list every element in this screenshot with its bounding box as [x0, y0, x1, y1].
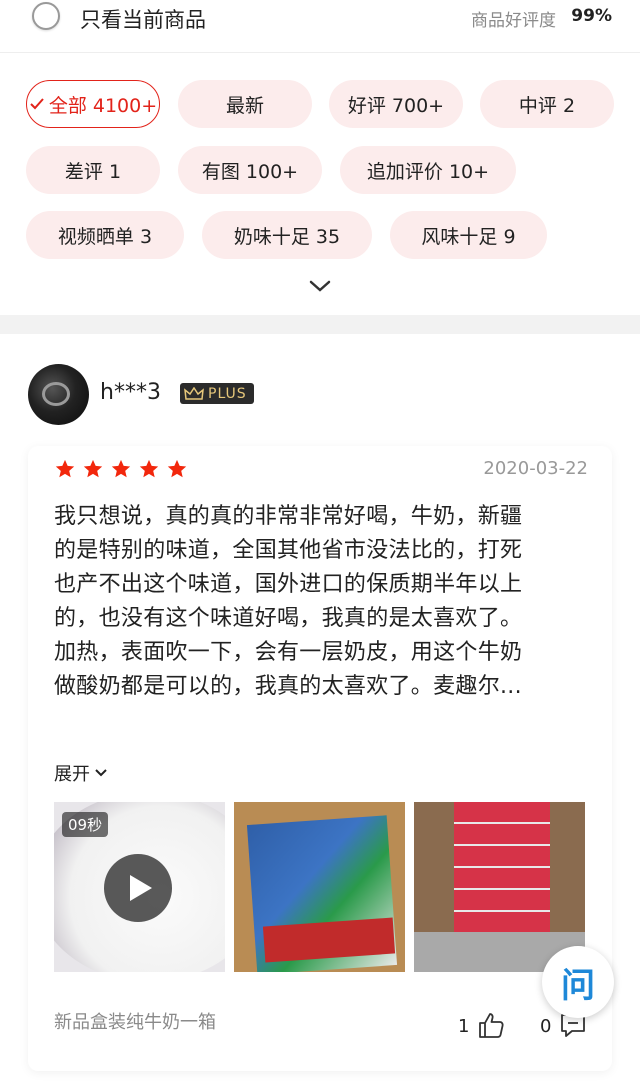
filter-chip-neutral[interactable]: 中评 2	[480, 80, 614, 128]
filter-chip-milky[interactable]: 奶味十足 35	[202, 211, 372, 259]
review-date: 2020-03-22	[483, 458, 588, 479]
comment-count: 0	[540, 1016, 552, 1037]
review-video-thumbnail[interactable]: 09秒	[54, 802, 225, 972]
milk-cartons-image	[454, 802, 550, 932]
star-icon	[83, 459, 103, 478]
filter-chip-video[interactable]: 视频晒单 3	[26, 211, 184, 259]
star-icon	[111, 459, 131, 478]
filter-chip-label: 中评 2	[518, 94, 576, 117]
filter-chip-label: 差评 1	[64, 160, 122, 183]
review-text[interactable]: 我只想说，真的真的非常非常好喝，牛奶，新疆 的是特别的味道，全国其他省市没法比的…	[54, 500, 584, 704]
check-icon	[30, 98, 44, 110]
review-text-line: 做酸奶都是可以的，我真的太喜欢了。麦趣尔...	[54, 674, 522, 699]
review-photo-cartons[interactable]	[414, 802, 585, 972]
play-button[interactable]	[104, 854, 172, 922]
only-current-label[interactable]: 只看当前商品	[80, 4, 206, 34]
filter-chip-with-images[interactable]: 有图 100+	[178, 146, 322, 194]
chevron-down-icon	[95, 769, 107, 777]
product-variant: 新品盒装纯牛奶一箱	[54, 1012, 216, 1033]
star-icon	[139, 459, 159, 478]
avatar-lens-shape	[42, 382, 70, 406]
review-text-line: 也产不出这个味道，国外进口的保质期半年以上	[54, 572, 523, 597]
only-current-radio[interactable]	[32, 2, 60, 30]
play-icon	[129, 875, 152, 901]
filter-chip-followup[interactable]: 追加评价 10+	[340, 146, 516, 194]
review-text-line: 加热，表面吹一下，会有一层奶皮，用这个牛奶	[54, 640, 523, 665]
star-icon	[167, 459, 187, 478]
filter-chip-positive[interactable]: 好评 700+	[329, 80, 463, 128]
filter-chip-label: 视频晒单 3	[57, 225, 153, 248]
filter-chip-flavor[interactable]: 风味十足 9	[390, 211, 547, 259]
crown-icon	[184, 386, 204, 400]
top-bar: 只看当前商品 商品好评度 99%	[0, 0, 640, 53]
filter-chip-latest[interactable]: 最新	[178, 80, 312, 128]
video-duration-badge: 09秒	[62, 812, 109, 837]
filter-chip-label: 最新	[225, 94, 264, 117]
plus-badge-text: PLUS	[208, 385, 247, 402]
star-rating	[54, 458, 188, 480]
like-count: 1	[458, 1016, 470, 1037]
expand-button[interactable]: 展开	[54, 760, 108, 786]
filter-chip-negative[interactable]: 差评 1	[26, 146, 160, 194]
filter-panel: 全部 4100+ 最新 好评 700+ 中评 2 差评 1 有图 100+ 追加…	[0, 53, 640, 315]
filter-chip-label: 全部 4100+	[48, 94, 158, 117]
plus-badge: PLUS	[180, 383, 254, 404]
filter-chip-label: 追加评价 10+	[366, 160, 490, 183]
review-text-line: 我只想说，真的真的非常非常好喝，牛奶，新疆	[54, 504, 523, 529]
username[interactable]: h***3	[100, 380, 161, 405]
star-icon	[55, 459, 75, 478]
filter-chip-all[interactable]: 全部 4100+	[26, 80, 160, 128]
rating-label: 商品好评度	[471, 11, 556, 31]
ask-question-button[interactable]: 问	[542, 946, 614, 1018]
thumbs-up-icon[interactable]	[476, 1010, 506, 1040]
filter-chip-label: 奶味十足 35	[233, 225, 341, 248]
review-text-line: 的是特别的味道，全国其他省市没法比的，打死	[54, 538, 523, 563]
chevron-down-icon[interactable]	[308, 279, 332, 293]
review-text-line: 的，也没有这个味道好喝，我真的是太喜欢了。	[54, 606, 523, 631]
filter-chip-label: 有图 100+	[201, 160, 299, 183]
review-photo-box[interactable]	[234, 802, 405, 972]
filter-chip-label: 好评 700+	[347, 94, 445, 117]
expand-label: 展开	[54, 764, 90, 785]
avatar[interactable]	[28, 364, 89, 425]
filter-chip-label: 风味十足 9	[421, 225, 516, 248]
rating-value: 99%	[571, 6, 612, 26]
